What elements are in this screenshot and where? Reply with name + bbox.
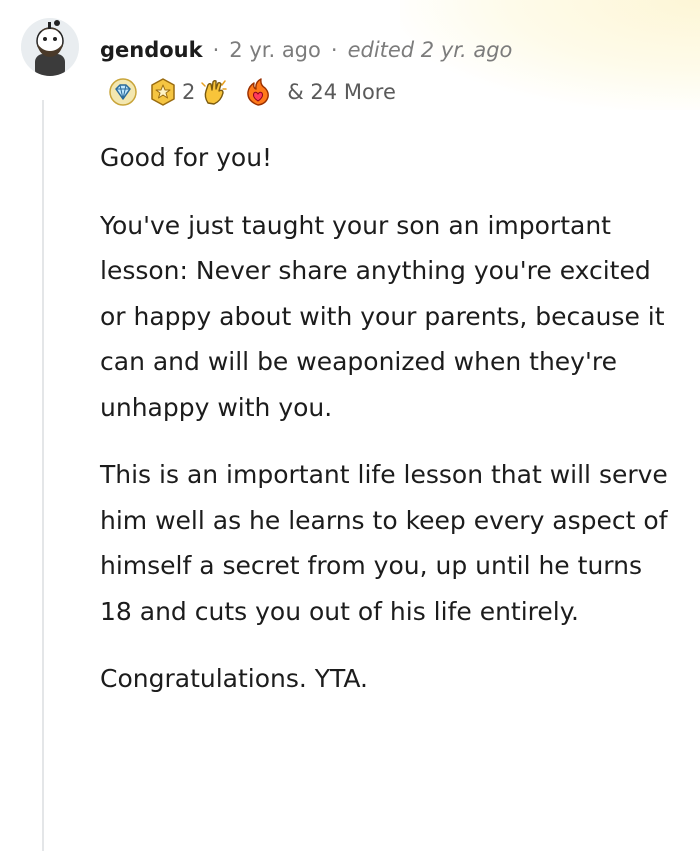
edited-timestamp: edited 2 yr. ago — [347, 38, 513, 62]
meta-separator: · — [212, 38, 220, 62]
comment-paragraph: This is an important life lesson that wi… — [100, 460, 668, 626]
diamond-award-icon[interactable] — [108, 77, 138, 107]
gold-star-award-icon[interactable] — [148, 77, 178, 107]
more-awards-link[interactable]: & 24 More — [287, 80, 396, 104]
author-username[interactable]: gendouk — [100, 38, 203, 62]
fire-heart-award-icon[interactable] — [243, 77, 273, 107]
snoo-avatar-icon — [21, 18, 79, 76]
thread-line[interactable] — [42, 100, 44, 851]
award-count: 2 — [182, 80, 196, 104]
clapping-hands-award-icon[interactable] — [199, 77, 229, 107]
meta-separator: · — [330, 38, 338, 62]
comment-paragraph: Congratulations. YTA. — [100, 664, 368, 693]
user-avatar[interactable] — [21, 18, 79, 76]
comment-paragraph: Good for you! — [100, 143, 273, 172]
comment-meta: gendouk · 2 yr. ago · edited 2 yr. ago — [100, 33, 512, 67]
comment-body: Good for you! You've just taught your so… — [100, 135, 680, 724]
comment-timestamp[interactable]: 2 yr. ago — [229, 38, 321, 62]
awards-row[interactable]: 2 & 24 More — [108, 74, 396, 110]
comment-paragraph: You've just taught your son an important… — [100, 210, 665, 422]
